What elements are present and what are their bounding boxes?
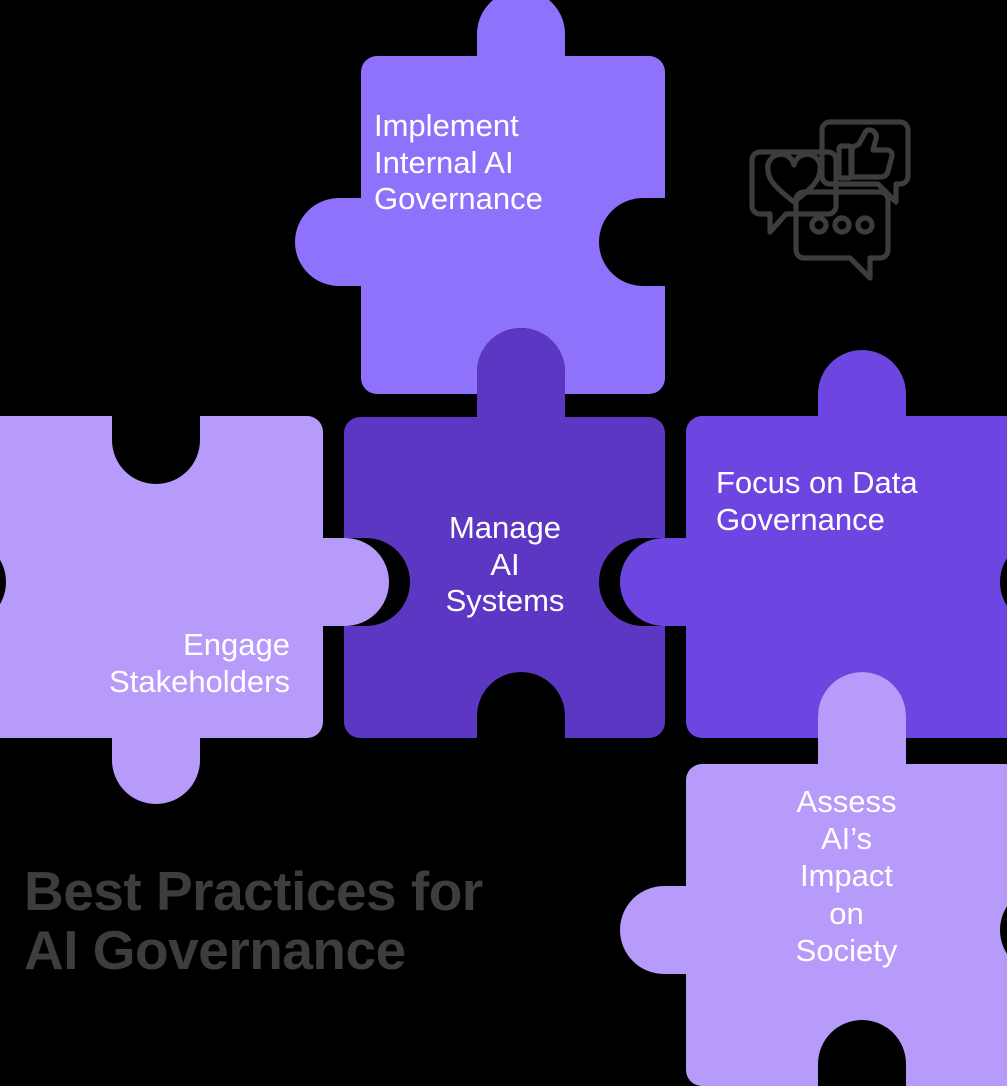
infographic-canvas: Implement Internal AI Governance Manage …	[0, 0, 1007, 1086]
piece-label-implement-internal-ai-governance: Implement Internal AI Governance	[374, 108, 543, 217]
piece-label-manage-ai-systems: Manage AI Systems	[445, 510, 565, 619]
piece-label-engage-stakeholders: Engage Stakeholders	[109, 627, 290, 699]
puzzle-tab-right-to-bottom	[818, 672, 906, 766]
ellipsis-dot-1-icon	[809, 215, 829, 235]
heart-icon	[765, 151, 823, 205]
page-title: Best Practices for AI Governance	[24, 860, 483, 982]
thumbs-up-icon	[848, 127, 895, 180]
puzzle-tab-top-to-center	[477, 328, 565, 420]
thumbs-up-base-icon	[836, 143, 855, 181]
social-engagement-icon	[749, 119, 911, 281]
puzzle-piece-focus-on-data-governance[interactable]	[620, 350, 1007, 738]
piece-label-assess-ais-impact-on-society: Assess AI’s Impact on Society	[795, 784, 898, 968]
ellipsis-bubble	[793, 189, 891, 281]
ellipsis-dot-3-icon	[855, 215, 875, 235]
piece-label-focus-on-data-governance: Focus on Data Governance	[716, 465, 918, 537]
puzzle-piece-engage-stakeholders[interactable]	[0, 416, 389, 804]
ellipsis-dot-2-icon	[832, 215, 852, 235]
